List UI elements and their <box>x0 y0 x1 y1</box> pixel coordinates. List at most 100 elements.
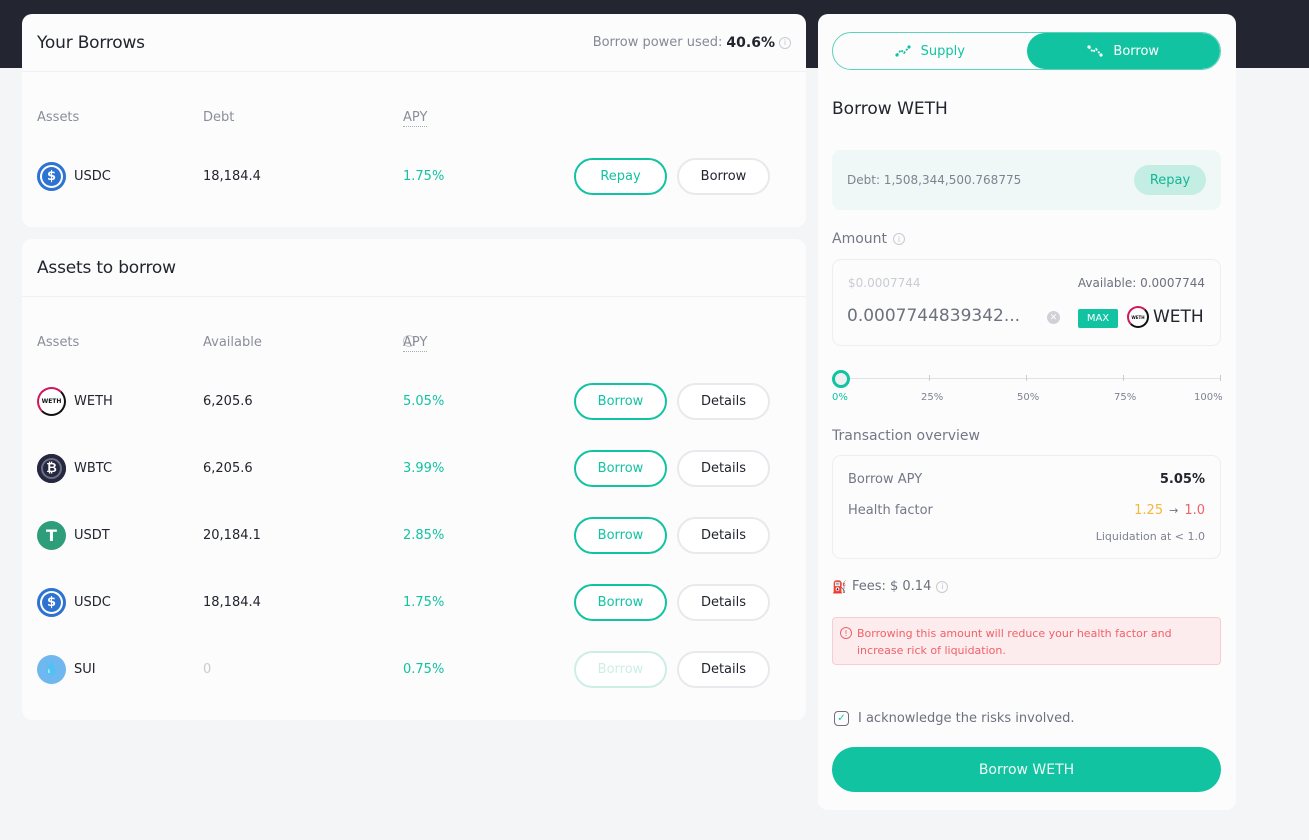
token-selector[interactable]: WETH WETH <box>1127 306 1204 328</box>
checkbox-checked-icon[interactable]: ✓ <box>834 711 849 726</box>
supply-trend-icon <box>894 45 911 57</box>
your-borrows-card: Your Borrows Borrow power used: 40.6% i … <box>22 14 806 227</box>
slider-label: 25% <box>921 392 944 403</box>
assets-to-borrow-card: Assets to borrow Assets Available APY i … <box>22 239 806 720</box>
apy-value: 5.05% <box>403 393 445 409</box>
assets-title: Assets to borrow <box>37 257 176 278</box>
borrow-button[interactable]: Borrow <box>574 516 667 554</box>
col-available: Available <box>203 335 262 350</box>
your-borrows-title: Your Borrows <box>37 32 145 53</box>
info-icon[interactable]: i <box>779 36 791 49</box>
clear-icon[interactable]: ✕ <box>1047 311 1060 324</box>
max-button[interactable]: MAX <box>1078 309 1118 328</box>
apy-value: 2.85% <box>403 527 445 543</box>
assets-header: Assets to borrow <box>22 239 806 297</box>
borrow-button[interactable]: Borrow <box>574 583 667 621</box>
borrow-button[interactable]: Borrow <box>574 382 667 420</box>
col-debt: Debt <box>203 110 235 125</box>
gas-icon: ⛽ <box>832 579 847 594</box>
borrow-button[interactable]: Borrow <box>574 449 667 487</box>
acknowledge-checkbox[interactable]: ✓ I acknowledge the risks involved. <box>834 711 1075 726</box>
col-apy[interactable]: APY <box>403 110 428 127</box>
col-assets: Assets <box>37 335 80 350</box>
wbtc-icon: ₿ <box>37 453 66 483</box>
borrow-weth-button[interactable]: Borrow WETH <box>832 747 1221 792</box>
asset-symbol: USDT <box>74 527 110 543</box>
borrow-apy-row: Borrow APY 5.05% <box>848 472 1205 487</box>
borrow-panel: Supply Borrow Borrow WETH Debt: 1,508,34… <box>818 14 1236 810</box>
fees: ⛽ Fees: $ 0.14 i <box>832 579 949 594</box>
details-button[interactable]: Details <box>677 516 770 554</box>
slider-tick <box>1026 375 1027 381</box>
borrow-trend-icon <box>1087 45 1104 57</box>
amount-label-text: Amount <box>832 231 888 247</box>
arrow-right-icon: → <box>1169 504 1179 517</box>
repay-button[interactable]: Repay <box>1134 165 1206 195</box>
asset-cell: $ USDC <box>37 587 111 617</box>
asset-cell: T USDT <box>37 520 110 550</box>
table-row: $ USDC 18,184.4 1.75% Borrow Details <box>22 582 806 622</box>
tab-borrow-label: Borrow <box>1113 43 1160 59</box>
table-row: 💧 SUI 0 0.75% Borrow Details <box>22 649 806 689</box>
token-symbol: WETH <box>1153 307 1204 327</box>
info-icon[interactable]: i <box>893 233 906 245</box>
apy-value: 1.75% <box>403 168 445 184</box>
amount-input[interactable] <box>847 306 1052 326</box>
usdc-icon: $ <box>37 161 66 191</box>
tab-supply-label: Supply <box>920 43 965 59</box>
table-row: $ USDC 18,184.4 1.75% Repay Borrow <box>22 156 806 196</box>
health-factor-row: Health factor 1.25 → 1.0 <box>848 503 1205 518</box>
slider-track[interactable] <box>841 378 1221 379</box>
alert-icon: ! <box>840 627 852 639</box>
health-to: 1.0 <box>1184 503 1205 518</box>
asset-cell: ₿ WBTC <box>37 453 112 483</box>
available-value: 6,205.6 <box>203 460 253 476</box>
debt-value: 18,184.4 <box>203 168 261 184</box>
slider-thumb[interactable] <box>832 370 850 388</box>
table-row: T USDT 20,184.1 2.85% Borrow Details <box>22 515 806 555</box>
slider-tick <box>929 375 930 381</box>
slider-label: 0% <box>832 392 848 403</box>
slider-label: 100% <box>1194 392 1223 403</box>
amount-box: $0.0007744 Available: 0.0007744 ✕ MAX WE… <box>832 259 1221 346</box>
col-apy[interactable]: APY i <box>403 335 428 352</box>
tab-supply[interactable]: Supply <box>833 33 1027 69</box>
transaction-overview-label: Transaction overview <box>832 428 980 444</box>
info-icon[interactable]: i <box>936 580 949 593</box>
table-row: WETH WETH 6,205.6 5.05% Borrow Details <box>22 381 806 421</box>
tab-borrow[interactable]: Borrow <box>1026 33 1220 69</box>
details-button[interactable]: Details <box>677 650 770 688</box>
acknowledge-text: I acknowledge the risks involved. <box>858 711 1075 726</box>
asset-symbol: USDC <box>74 594 111 610</box>
details-button[interactable]: Details <box>677 382 770 420</box>
borrow-button[interactable]: Borrow <box>677 157 770 195</box>
debt-text: Debt: 1,508,344,500.768775 <box>847 173 1022 187</box>
amount-slider[interactable]: 0% 25% 50% 75% 100% <box>832 370 1223 403</box>
panel-title: Borrow WETH <box>832 99 948 119</box>
col-assets: Assets <box>37 110 80 125</box>
details-button[interactable]: Details <box>677 449 770 487</box>
risk-warning: ! Borrowing this amount will reduce your… <box>832 617 1221 665</box>
repay-button[interactable]: Repay <box>574 157 667 195</box>
amount-label: Amount i <box>832 231 906 247</box>
slider-label: 50% <box>1017 392 1040 403</box>
weth-icon: WETH <box>1127 306 1149 328</box>
available-value: 20,184.1 <box>203 527 261 543</box>
your-borrows-header: Your Borrows Borrow power used: 40.6% i <box>22 14 806 72</box>
borrow-power-label: Borrow power used: <box>592 35 723 50</box>
sui-icon: 💧 <box>37 654 66 684</box>
liquidation-text: Liquidation at < 1.0 <box>1095 530 1205 543</box>
details-button[interactable]: Details <box>677 583 770 621</box>
asset-symbol: USDC <box>74 168 111 184</box>
asset-cell: $ USDC <box>37 161 111 191</box>
assets-table-header: Assets Available APY i <box>22 335 806 355</box>
apy-value: 0.75% <box>403 661 445 677</box>
available-value: 6,205.6 <box>203 393 253 409</box>
fees-text: Fees: $ 0.14 <box>851 579 932 594</box>
health-factor-label: Health factor <box>848 503 933 518</box>
available-text: Available: 0.0007744 <box>1077 276 1205 290</box>
asset-symbol: WETH <box>74 393 113 409</box>
slider-tick <box>1220 375 1221 381</box>
available-value: 0 <box>203 661 212 677</box>
usd-value: $0.0007744 <box>848 276 921 290</box>
